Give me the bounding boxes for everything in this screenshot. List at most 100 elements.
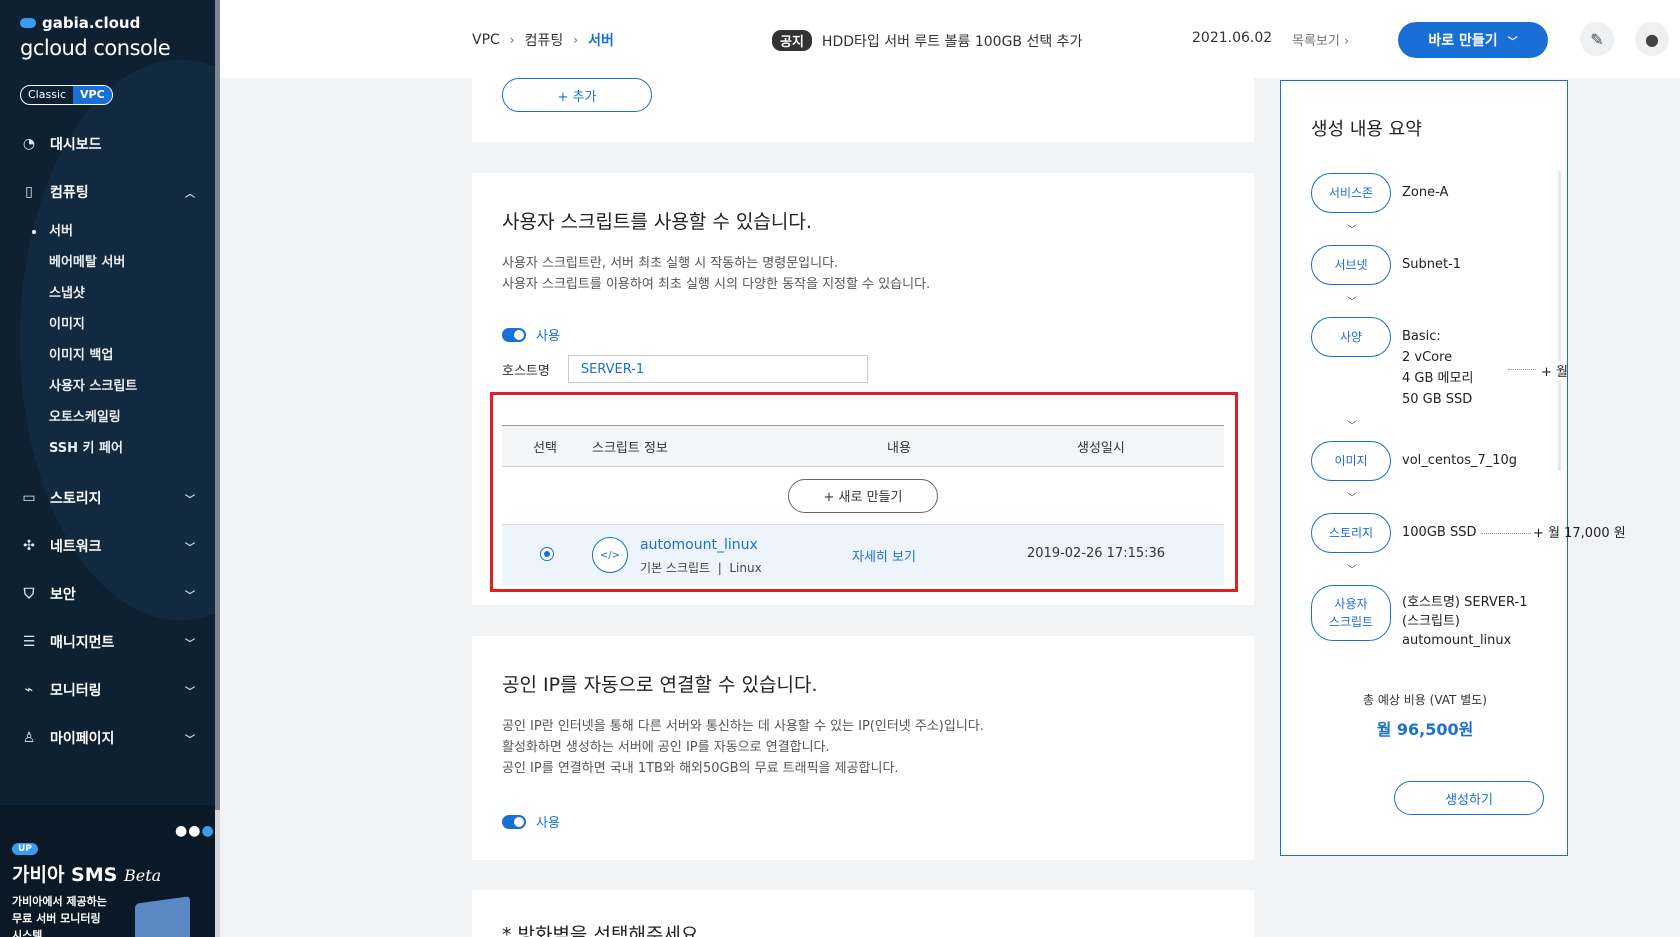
sidebar-item-storage[interactable]: ▭ 스토리지 ﹀ xyxy=(0,474,215,522)
breadcrumb-vpc[interactable]: VPC xyxy=(472,32,500,48)
chevron-down-icon: ﹀ xyxy=(185,590,195,602)
more-dots-icon[interactable]: ●●● xyxy=(175,823,215,839)
step-spec[interactable]: 사양 xyxy=(1311,317,1391,357)
breadcrumb-computing[interactable]: 컴퓨팅 xyxy=(525,30,564,50)
sidebar-sub-snapshot[interactable]: 스냅샷 xyxy=(0,278,215,309)
chevron-right-icon: › xyxy=(1343,34,1350,49)
sidebar-scroll-thumb[interactable] xyxy=(215,0,220,810)
mode-vpc[interactable]: VPC xyxy=(73,86,112,104)
chevron-down-icon: ﹀ xyxy=(1347,421,1357,432)
notice-tag: 공지 xyxy=(772,30,812,51)
shield-icon: ⛉ xyxy=(23,586,35,602)
dotted-leader xyxy=(1481,533,1531,534)
user-script-switch[interactable]: 사용 xyxy=(502,325,560,344)
topbar: VPC › 컴퓨팅 › 서버 공지 HDD타입 서버 루트 볼륨 100GB 선… xyxy=(220,0,1680,78)
highlight-box xyxy=(490,392,1238,592)
brand-logo[interactable]: gabia.cloud gcloud console xyxy=(20,14,171,60)
user-script-desc-1: 사용자 스크립트란, 서버 최초 실행 시 작동하는 명령문입니다. xyxy=(502,256,839,271)
hostname-row: 호스트명 SERVER-1 xyxy=(502,355,868,383)
network-icon: ✣ xyxy=(23,538,35,554)
breadcrumb-server[interactable]: 서버 xyxy=(588,30,614,50)
chevron-right-icon: › xyxy=(573,33,579,47)
quick-create-button[interactable]: 바로 만들기 ﹀ xyxy=(1398,22,1548,58)
promo-badge: UP xyxy=(12,843,38,855)
firewall-card: * 방화벽을 선택해주세요 xyxy=(472,890,1254,937)
notice[interactable]: 공지 HDD타입 서버 루트 볼륨 100GB 선택 추가 xyxy=(772,30,1082,51)
cloud-icon xyxy=(20,18,36,28)
sidebar-sub-autoscaling[interactable]: 오토스케일링 xyxy=(0,402,215,433)
promo-desc: 가비아에서 제공하는 무료 서버 모니터링 시스템 xyxy=(12,895,107,937)
step-zone[interactable]: 서비스존 xyxy=(1311,173,1391,213)
storage-price: + 월 17,000 원 xyxy=(1533,526,1626,541)
promo-banner[interactable]: ●●● UP 가비아 SMS Beta 가비아에서 제공하는 무료 서버 모니터… xyxy=(0,805,215,937)
zone-value: Zone-A xyxy=(1402,185,1449,200)
management-icon: ☰ xyxy=(22,634,36,650)
hostname-label: 호스트명 xyxy=(502,363,550,379)
previous-card: + 추가 xyxy=(472,78,1254,142)
breadcrumb: VPC › 컴퓨팅 › 서버 xyxy=(472,30,614,50)
mode-classic[interactable]: Classic xyxy=(21,86,73,104)
spec-value: Basic: 2 vCore 4 GB 메모리 50 GB SSD xyxy=(1402,329,1474,407)
notice-more-link[interactable]: 목록보기 › xyxy=(1292,30,1349,49)
summary-scrollbar[interactable] xyxy=(1558,171,1561,471)
chevron-down-icon: ﹀ xyxy=(1347,493,1357,504)
public-ip-desc-1: 공인 IP란 인터넷을 통해 다른 서버와 통신하는 데 사용할 수 있는 IP… xyxy=(502,719,984,734)
image-value: vol_centos_7_10g xyxy=(1402,453,1518,468)
chevron-down-icon: ﹀ xyxy=(185,638,195,650)
chevron-down-icon: ﹀ xyxy=(1507,36,1518,48)
public-ip-desc-3: 공인 IP를 연결하면 국내 1TB와 해외50GB의 무료 트래픽을 제공합니… xyxy=(502,761,899,776)
chat-icon[interactable]: ✎ xyxy=(1580,22,1614,56)
public-ip-switch[interactable]: 사용 xyxy=(502,812,560,831)
user-icon: ♙ xyxy=(22,730,36,746)
sidebar-sub-ssh-keypair[interactable]: SSH 키 페어 xyxy=(0,433,215,464)
chevron-down-icon: ﹀ xyxy=(1347,565,1357,576)
sidebar: gabia.cloud gcloud console Classic VPC ◔… xyxy=(0,0,220,937)
step-storage[interactable]: 스토리지 xyxy=(1311,513,1391,553)
add-button[interactable]: + 추가 xyxy=(502,78,652,112)
chip-icon: ▯ xyxy=(25,184,33,200)
firewall-title: * 방화벽을 선택해주세요 xyxy=(502,924,699,937)
notice-text[interactable]: HDD타입 서버 루트 볼륨 100GB 선택 추가 xyxy=(822,31,1083,51)
sidebar-nav: ◔ 대시보드 ▯ 컴퓨팅 ︿ 서버 베어메탈 서버 스냅샷 이미지 이미지 백업 사용… xyxy=(0,120,215,762)
chevron-down-icon: ﹀ xyxy=(185,734,195,746)
sidebar-item-computing[interactable]: ▯ 컴퓨팅 ︿ xyxy=(0,168,215,216)
sidebar-item-dashboard[interactable]: ◔ 대시보드 xyxy=(0,120,215,168)
sidebar-item-mypage[interactable]: ♙ 마이페이지 ﹀ xyxy=(0,714,215,762)
spec-price: + 월 74,500 원 xyxy=(1537,361,1567,380)
chevron-down-icon: ﹀ xyxy=(185,494,195,506)
toggle-switch[interactable] xyxy=(502,814,526,829)
sidebar-sub-user-script[interactable]: 사용자 스크립트 xyxy=(0,371,215,402)
brand-small-text: gabia.cloud xyxy=(42,14,141,32)
step-image[interactable]: 이미지 xyxy=(1311,441,1391,481)
sidebar-item-security[interactable]: ⛉ 보안 ﹀ xyxy=(0,570,215,618)
sidebar-sub-baremetal[interactable]: 베어메탈 서버 xyxy=(0,247,215,278)
toggle-switch[interactable] xyxy=(502,327,526,342)
brand-big-text: gcloud console xyxy=(20,36,171,60)
sidebar-sub-server[interactable]: 서버 xyxy=(0,216,215,247)
chevron-down-icon: ﹀ xyxy=(1347,225,1357,236)
summary-title: 생성 내용 요약 xyxy=(1311,119,1422,140)
sidebar-sub-image[interactable]: 이미지 xyxy=(0,309,215,340)
storage-value: 100GB SSD xyxy=(1402,525,1477,540)
monitor-icon: ⌁ xyxy=(24,682,34,698)
step-subnet[interactable]: 서브넷 xyxy=(1311,245,1391,285)
subnet-value: Subnet-1 xyxy=(1402,257,1462,272)
public-ip-desc-2: 활성화하면 생성하는 서버에 공인 IP를 자동으로 연결합니다. xyxy=(502,740,830,755)
total-cost-label: 총 예상 비용 (VAT 별도) xyxy=(1363,693,1487,707)
gauge-icon: ◔ xyxy=(22,136,36,152)
sidebar-item-network[interactable]: ✣ 네트워크 ﹀ xyxy=(0,522,215,570)
summary-panel: 생성 내용 요약 서비스존 Zone-A ﹀ 서브넷 Subnet-1 ﹀ 사양… xyxy=(1280,80,1626,856)
storage-icon: ▭ xyxy=(22,490,36,506)
user-script-desc-2: 사용자 스크립트를 이용하여 최초 실행 시의 다양한 동작을 지정할 수 있습… xyxy=(502,277,931,292)
step-user-script[interactable]: 사용자 스크립트 xyxy=(1311,585,1391,641)
mode-toggle[interactable]: Classic VPC xyxy=(20,85,113,105)
create-button[interactable]: 생성하기 xyxy=(1394,781,1544,815)
profile-icon[interactable]: ● xyxy=(1635,22,1669,56)
user-script-value: (호스트명) SERVER-1 (스크립트) automount_linux xyxy=(1402,595,1528,648)
hostname-input[interactable]: SERVER-1 xyxy=(567,355,868,383)
sidebar-sub-image-backup[interactable]: 이미지 백업 xyxy=(0,340,215,371)
total-cost-value: 월 96,500원 xyxy=(1376,720,1474,739)
sidebar-item-monitoring[interactable]: ⌁ 모니터링 ﹀ xyxy=(0,666,215,714)
chevron-down-icon: ﹀ xyxy=(1347,297,1357,308)
sidebar-item-management[interactable]: ☰ 매니지먼트 ﹀ xyxy=(0,618,215,666)
